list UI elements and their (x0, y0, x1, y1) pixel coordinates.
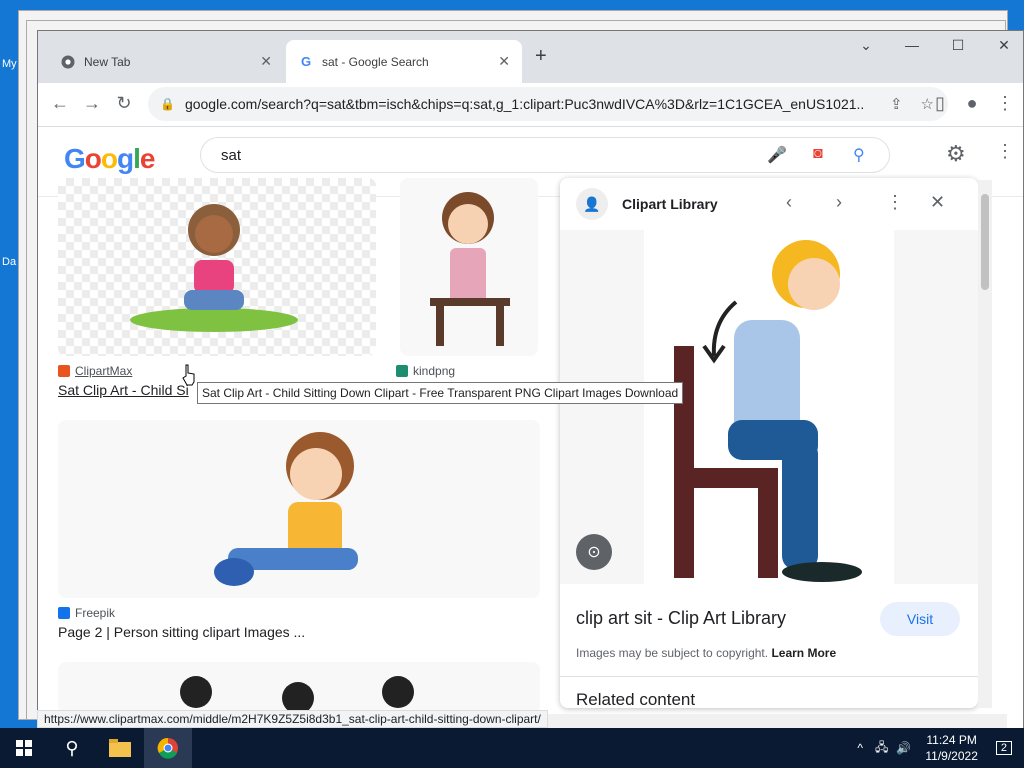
tab-google-search[interactable]: G sat - Google Search ✕ (286, 40, 522, 83)
vertical-scrollbar[interactable] (978, 180, 992, 708)
chrome-icon (60, 54, 76, 70)
tooltip: Sat Clip Art - Child Sitting Down Clipar… (197, 382, 684, 404)
search-input[interactable]: sat (221, 147, 241, 164)
more-options-icon[interactable]: ⋮ (886, 192, 904, 213)
preview-image[interactable]: ⊙ (560, 230, 978, 584)
hand-cursor-icon (182, 364, 195, 386)
apps-icon[interactable]: ⋮ (996, 141, 1014, 162)
result-title[interactable]: Sat Clip Art - Child Si (58, 382, 189, 398)
kindpng-icon (396, 365, 408, 377)
network-icon[interactable]: 🖧 (875, 738, 888, 759)
microphone-icon[interactable]: 🎤 (767, 145, 787, 165)
desktop-icon-label: Da (2, 256, 17, 268)
image-preview-panel: 👤 Clipart Library ‹ › ⋮ ✕ ⊙ clip art sit… (560, 178, 978, 708)
source-label: kindpng (413, 364, 456, 378)
desktop-icon-label: My (2, 58, 17, 70)
browser-toolbar: ← → ↻ 🔒 google.com/search?q=sat&tbm=isch… (38, 83, 1023, 127)
panel-header: 👤 Clipart Library ‹ › ⋮ ✕ (560, 178, 978, 230)
tab-search-icon[interactable]: ⌄ (852, 37, 880, 54)
learn-more-link[interactable]: Learn More (771, 646, 836, 660)
divider (560, 676, 978, 677)
status-bar-url: https://www.clipartmax.com/middle/m2H7K9… (37, 710, 548, 728)
profile-icon[interactable]: ● (960, 93, 984, 114)
result-image-girl-sitting[interactable] (58, 178, 376, 356)
google-icon: G (300, 54, 312, 69)
source-label: ClipartMax (75, 364, 133, 378)
back-icon[interactable]: ← (48, 93, 72, 114)
google-logo[interactable]: Google (64, 143, 156, 175)
logo-letter: o (84, 143, 102, 174)
result-image-people[interactable] (58, 662, 540, 714)
tab-strip: New Tab ✕ G sat - Google Search ✕ + ⌄ — … (38, 31, 1023, 83)
freepik-icon (58, 607, 70, 619)
result-source[interactable]: kindpng (396, 364, 455, 378)
result-title[interactable]: Page 2 | Person sitting clipart Images .… (58, 624, 305, 640)
tab-label: sat - Google Search (322, 54, 429, 69)
logo-letter: o (100, 143, 118, 174)
chevron-up-icon[interactable]: ^ (857, 741, 863, 755)
close-window-button[interactable]: ✕ (990, 37, 1018, 54)
result-source[interactable]: Freepik (58, 606, 115, 620)
copyright-text: Images may be subject to copyright. (576, 646, 769, 660)
logo-letter: G (64, 143, 86, 174)
maximize-button[interactable]: ☐ (944, 37, 972, 54)
url-text: google.com/search?q=sat&tbm=isch&chips=q… (184, 96, 865, 112)
close-tab-icon[interactable]: ✕ (498, 53, 510, 70)
system-tray: ^ 🖧 🔊 11:24 PM 11/9/2022 2 (857, 728, 1024, 768)
chevron-left-icon[interactable]: ‹ (786, 192, 792, 213)
gear-icon[interactable]: ⚙ (946, 141, 966, 167)
chevron-right-icon[interactable]: › (836, 192, 842, 213)
tab-new-tab[interactable]: New Tab ✕ (48, 40, 284, 83)
side-panel-icon[interactable]: ▯ (928, 93, 952, 114)
panel-title[interactable]: clip art sit - Clip Art Library (576, 608, 786, 629)
result-source[interactable]: ClipartMax (58, 364, 132, 378)
lock-icon: 🔒 (160, 97, 175, 111)
close-icon[interactable]: ✕ (930, 192, 945, 213)
site-favicon: 👤 (576, 188, 608, 220)
close-tab-icon[interactable]: ✕ (260, 53, 272, 70)
taskbar: ⚲ ^ 🖧 🔊 11:24 PM 11/9/2022 2 (0, 728, 1024, 768)
result-image-girl-sitting-floor[interactable] (58, 420, 540, 598)
result-image-girl-on-chair[interactable] (400, 178, 538, 356)
clipartmax-icon (58, 365, 70, 377)
chrome-taskbar-icon[interactable] (144, 728, 192, 768)
share-icon[interactable]: ⇪ (890, 95, 903, 113)
camera-lens-icon[interactable]: ◙ (813, 145, 823, 163)
menu-icon[interactable]: ⋮ (993, 93, 1017, 114)
clock[interactable]: 11:24 PM 11/9/2022 (925, 732, 978, 764)
search-icon[interactable]: ⚲ (853, 145, 865, 165)
visit-button[interactable]: Visit (880, 602, 960, 636)
copyright-notice: Images may be subject to copyright. Lear… (576, 646, 836, 660)
address-bar[interactable]: 🔒 google.com/search?q=sat&tbm=isch&chips… (148, 87, 948, 121)
logo-letter: l (133, 143, 141, 174)
related-content-heading: Related content (576, 690, 696, 708)
search-icon[interactable]: ⚲ (48, 728, 96, 768)
source-label: Freepik (75, 606, 116, 620)
tab-label: New Tab (84, 54, 131, 69)
search-box[interactable]: sat 🎤 ◙ ⚲ (200, 137, 890, 173)
notification-badge[interactable]: 2 (995, 741, 1012, 755)
scrollbar-thumb[interactable] (981, 194, 989, 290)
time: 11:24 PM (926, 733, 977, 747)
forward-icon[interactable]: → (80, 93, 104, 114)
lens-icon[interactable]: ⊙ (576, 534, 612, 570)
logo-letter: g (117, 143, 134, 174)
date: 11/9/2022 (925, 749, 978, 763)
panel-site-name[interactable]: Clipart Library (622, 196, 718, 212)
reload-icon[interactable]: ↻ (112, 93, 136, 114)
file-explorer-icon[interactable] (96, 728, 144, 768)
volume-icon[interactable]: 🔊 (896, 741, 911, 755)
minimize-button[interactable]: — (898, 37, 926, 53)
windows-start-icon[interactable] (0, 728, 48, 768)
logo-letter: e (139, 143, 156, 174)
new-tab-button[interactable]: + (535, 45, 547, 68)
